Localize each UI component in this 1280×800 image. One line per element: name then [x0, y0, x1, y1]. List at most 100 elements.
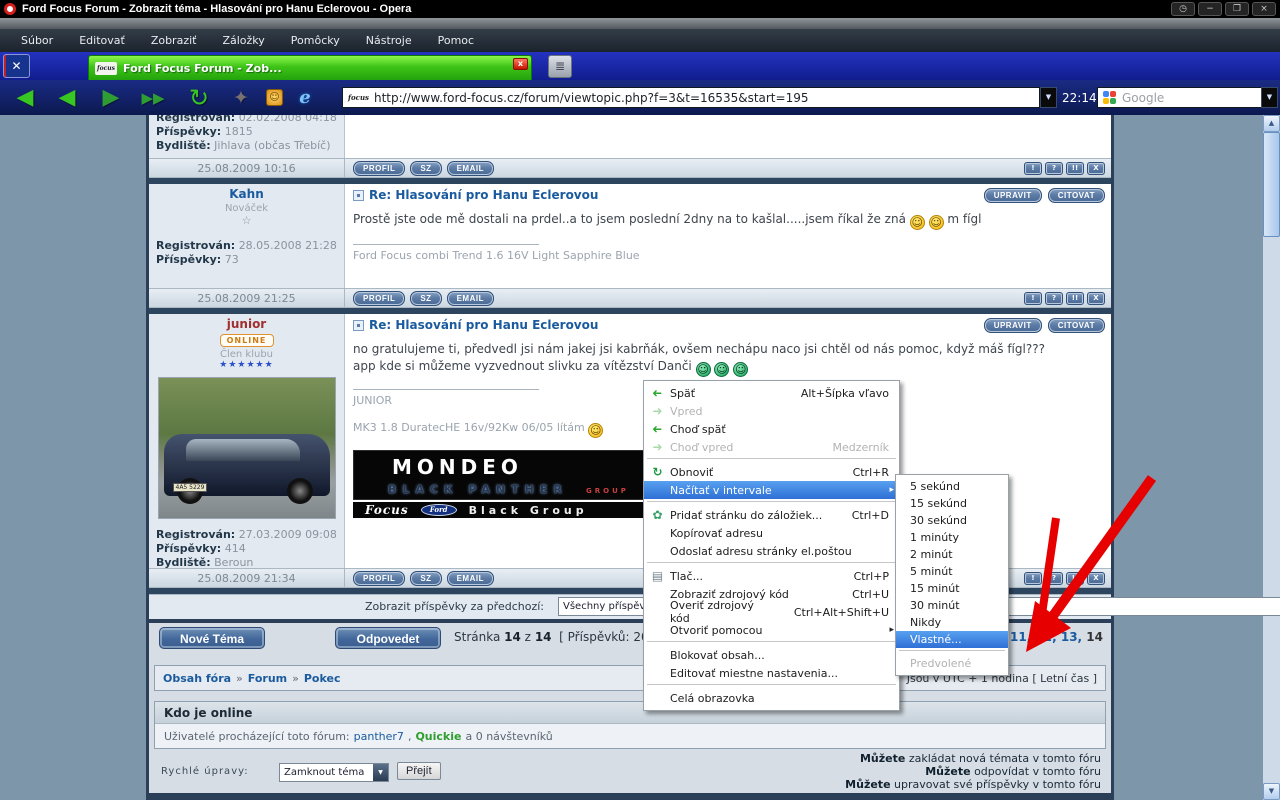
sz-button[interactable]: SZ — [410, 161, 441, 176]
sz-button[interactable]: SZ — [410, 571, 441, 586]
submenu-item[interactable]: 15 sekúnd — [896, 495, 1008, 512]
context-menu-item[interactable]: Choď vpred Medzerník — [644, 438, 899, 456]
email-button[interactable]: EMAIL — [447, 291, 494, 306]
tab-close-icon[interactable]: x — [513, 58, 528, 70]
address-dropdown-icon[interactable]: ▼ — [1040, 87, 1057, 108]
warn-button[interactable]: !! — [1066, 572, 1084, 585]
breadcrumb-link-forum[interactable]: Forum — [248, 672, 287, 685]
context-menu-item[interactable]: Editovať miestne nastavenia... — [644, 664, 899, 682]
submenu-item[interactable]: 30 minút — [896, 597, 1008, 614]
basket-icon[interactable]: ☺ — [266, 89, 283, 106]
minimize-icon[interactable]: − — [1198, 2, 1222, 16]
delete-button[interactable]: X — [1087, 572, 1105, 585]
pagination-links[interactable]: 0, 11, 12, 13, 14 — [993, 630, 1103, 644]
forward-icon[interactable]: ▶ — [90, 80, 132, 115]
submenu-item[interactable]: Nikdy — [896, 614, 1008, 631]
warn-button[interactable]: !! — [1066, 292, 1084, 305]
citovat-button[interactable]: CITOVAT — [1048, 318, 1105, 333]
menubar-item[interactable]: Súbor — [8, 29, 66, 52]
restore-icon[interactable]: ❐ — [1225, 2, 1249, 16]
question-button[interactable]: ? — [1045, 162, 1063, 175]
menubar-item[interactable]: Zobraziť — [138, 29, 210, 52]
post-title[interactable]: Re: Hlasování pro Hanu Eclerovou — [369, 318, 598, 332]
scroll-up-icon[interactable]: ▲ — [1263, 115, 1280, 132]
submenu-item[interactable]: 15 minút — [896, 580, 1008, 597]
search-dropdown-icon[interactable]: ▼ — [1261, 87, 1278, 108]
vertical-scrollbar[interactable]: ▲ ▼ — [1263, 115, 1280, 800]
submenu-item[interactable]: Predvolené — [896, 655, 1008, 672]
scrollbar-thumb[interactable] — [1263, 132, 1280, 237]
menubar-item[interactable]: Záložky — [209, 29, 277, 52]
quick-edit-select[interactable]: Zamknout téma ▼ — [279, 763, 389, 782]
context-menu-item[interactable]: Overiť zdrojový kód Ctrl+Alt+Shift+U — [644, 603, 899, 621]
posts-value: 73 — [225, 253, 239, 266]
report-button[interactable]: ! — [1024, 572, 1042, 585]
submenu-item[interactable]: 30 sekúnd — [896, 512, 1008, 529]
delete-button[interactable]: X — [1087, 162, 1105, 175]
email-button[interactable]: EMAIL — [447, 571, 494, 586]
context-menu-item[interactable]: Tlač... Ctrl+P — [644, 567, 899, 585]
post-title[interactable]: Re: Hlasování pro Hanu Eclerovou — [369, 188, 598, 202]
upravit-button[interactable]: UPRAVIT — [984, 188, 1042, 203]
context-menu-item[interactable]: Kopírovať adresu — [644, 524, 899, 542]
citovat-button[interactable]: CITOVAT — [1048, 188, 1105, 203]
menubar-item[interactable]: Editovať — [66, 29, 138, 52]
context-menu-item[interactable]: Blokovať obsah... — [644, 646, 899, 664]
address-bar[interactable]: focus http://www.ford-focus.cz/forum/vie… — [342, 87, 1040, 108]
submenu-item[interactable]: Vlastné... — [896, 631, 1008, 648]
upravit-button[interactable]: UPRAVIT — [984, 318, 1042, 333]
sz-button[interactable]: SZ — [410, 291, 441, 306]
context-menu-item[interactable]: Odoslať adresu stránky el.poštou — [644, 542, 899, 560]
url-text[interactable]: http://www.ford-focus.cz/forum/viewtopic… — [374, 91, 809, 105]
new-topic-button[interactable]: Nové Téma — [159, 627, 265, 649]
rewind-icon[interactable]: ◀ — [46, 80, 88, 115]
reload-icon[interactable]: ↻ — [178, 80, 220, 115]
wand-icon[interactable]: ✦ — [224, 80, 258, 115]
report-button[interactable]: ! — [1024, 292, 1042, 305]
reply-button[interactable]: Odpovedet — [335, 627, 441, 649]
context-menu-item[interactable]: Otvoriť pomocou ▸ — [644, 621, 899, 639]
back-icon[interactable]: ◀ — [4, 80, 46, 115]
user-link-quickie[interactable]: Quickie — [415, 730, 461, 743]
menubar-item[interactable]: Pomoc — [425, 29, 487, 52]
submenu-item[interactable]: 1 minúty — [896, 529, 1008, 546]
ie-icon[interactable]: e — [292, 84, 318, 111]
close-icon[interactable]: × — [1252, 2, 1276, 16]
context-menu-item[interactable]: Choď späť — [644, 420, 899, 438]
warn-button[interactable]: !! — [1066, 162, 1084, 175]
panels-toggle-icon[interactable]: ✕ — [3, 54, 30, 78]
author-link[interactable]: junior — [156, 317, 337, 331]
question-button[interactable]: ? — [1045, 292, 1063, 305]
submenu-item[interactable]: 5 sekúnd — [896, 478, 1008, 495]
user-link-panther7[interactable]: panther7 — [354, 730, 404, 743]
fast-forward-icon[interactable]: ▶▶ — [132, 80, 174, 115]
context-menu-item[interactable]: Pridať stránku do záložiek... Ctrl+D — [644, 506, 899, 524]
google-search-input[interactable]: Google — [1097, 87, 1262, 108]
submenu-item[interactable]: 5 minút — [896, 563, 1008, 580]
breadcrumb-link-pokec[interactable]: Pokec — [304, 672, 341, 685]
post-body-cell: Re: Hlasování pro Hanu Eclerovou UPRAVIT… — [345, 184, 1111, 288]
context-menu-item[interactable]: Obnoviť Ctrl+R — [644, 463, 899, 481]
go-button[interactable]: Přejít — [397, 762, 441, 780]
smiley-icon: ☺ — [588, 423, 603, 438]
tab-ford-focus-forum[interactable]: focus Ford Focus Forum - Zob... x — [88, 55, 532, 80]
context-menu-item[interactable]: Späť Alt+Šípka vľavo — [644, 384, 899, 402]
session-icon[interactable]: ◷ — [1171, 2, 1195, 16]
menubar-item[interactable]: Pomôcky — [278, 29, 353, 52]
breadcrumb-link-root[interactable]: Obsah fóra — [163, 672, 231, 685]
profil-button[interactable]: PROFIL — [353, 161, 405, 176]
submenu-item[interactable]: 2 minút — [896, 546, 1008, 563]
profil-button[interactable]: PROFIL — [353, 571, 405, 586]
question-button[interactable]: ? — [1045, 572, 1063, 585]
scroll-down-icon[interactable]: ▼ — [1263, 783, 1280, 800]
menubar-item[interactable]: Nástroje — [353, 29, 425, 52]
notes-icon[interactable]: ≣ — [548, 55, 572, 78]
report-button[interactable]: ! — [1024, 162, 1042, 175]
profil-button[interactable]: PROFIL — [353, 291, 405, 306]
delete-button[interactable]: X — [1087, 292, 1105, 305]
context-menu-item[interactable]: Vpred — [644, 402, 899, 420]
email-button[interactable]: EMAIL — [447, 161, 494, 176]
author-link[interactable]: Kahn — [156, 187, 337, 201]
context-menu-item[interactable]: Celá obrazovka — [644, 689, 899, 707]
context-menu-item[interactable]: Načítať v intervale ▸ — [644, 481, 899, 499]
